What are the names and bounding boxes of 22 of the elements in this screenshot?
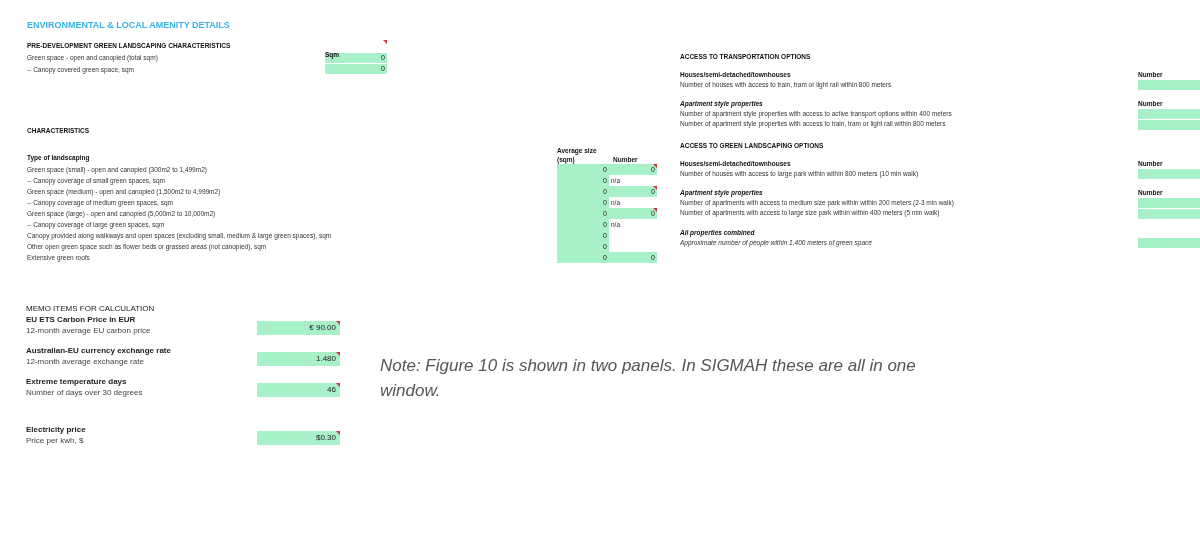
item-heading: Australian-EU currency exchange rate: [26, 345, 172, 356]
value-field[interactable]: [1138, 209, 1200, 219]
item-heading: Electricity price: [26, 424, 87, 435]
item-heading: EU ETS Carbon Price in EUR: [26, 314, 137, 325]
value-field[interactable]: [1138, 169, 1200, 179]
item-label: Price per kwh, $: [26, 435, 85, 446]
value-field[interactable]: $0.30: [256, 431, 340, 445]
value-field[interactable]: [1138, 120, 1200, 130]
value-field[interactable]: [1138, 238, 1200, 248]
value-field[interactable]: 46: [256, 383, 340, 397]
item-label: Number of days over 30 degrees: [26, 387, 144, 398]
note-text: Note: Figure 10 is shown in two panels. In SIGMAH these are all in one window.: [380, 355, 917, 402]
value-field[interactable]: 1.480: [256, 352, 340, 366]
item-label: 12-month average exchange rate: [26, 356, 145, 367]
item-label: 12-month average EU carbon price: [26, 325, 152, 336]
value-field[interactable]: [1138, 80, 1200, 90]
value-field[interactable]: [1138, 198, 1200, 208]
value-field[interactable]: € 90.00: [256, 321, 340, 335]
item-heading: Extreme temperature days: [26, 376, 128, 387]
value-field[interactable]: [1138, 109, 1200, 119]
section-heading: MEMO ITEMS FOR CALCULATION: [26, 303, 156, 314]
section-title: ENVIRONMENTAL & LOCAL AMENITY DETAILS: [27, 19, 231, 32]
